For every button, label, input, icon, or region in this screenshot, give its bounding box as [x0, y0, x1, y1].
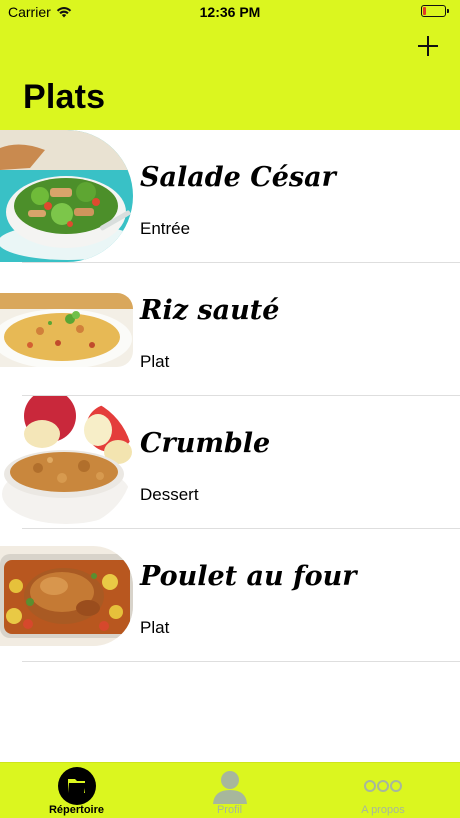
tab-repertoire[interactable]: Répertoire [0, 763, 153, 818]
status-time: 12:36 PM [199, 4, 261, 20]
navigation-header: Carrier 12:36 PM Plats [0, 0, 460, 130]
dish-photo-riz-saute [0, 293, 133, 367]
status-bar: Carrier 12:36 PM [0, 0, 460, 24]
page-title: Plats [23, 78, 106, 116]
dish-photo-poulet-au-four [0, 546, 133, 646]
dish-list: Salade César Entrée Riz sauté Plat Crumb… [0, 130, 460, 662]
tab-label: A propos [361, 804, 405, 816]
tab-a-propos[interactable]: A propos [306, 763, 460, 818]
tab-label: Répertoire [48, 804, 105, 816]
dish-name: Poulet au four [140, 561, 357, 592]
dish-category: Dessert [140, 485, 199, 504]
dish-category: Entrée [140, 219, 191, 238]
more-icon [364, 780, 402, 792]
add-dish-button[interactable] [416, 34, 440, 58]
dish-name: Salade César [140, 162, 336, 193]
dish-name: Crumble [140, 428, 271, 459]
dish-row-crumble[interactable]: Crumble Dessert [0, 396, 460, 529]
dish-row-poulet-au-four[interactable]: Poulet au four Plat [0, 529, 460, 662]
dish-photo-salade-cesar [0, 130, 133, 262]
dish-row-salade-cesar[interactable]: Salade César Entrée [0, 130, 460, 263]
tab-profil[interactable]: Profil [153, 763, 306, 818]
tab-label: Profil [216, 804, 243, 816]
battery-icon [421, 5, 449, 17]
dish-photo-crumble [0, 396, 133, 528]
tab-bar: Répertoire Profil A propos [0, 762, 460, 818]
person-icon [212, 771, 247, 804]
dish-category: Plat [140, 618, 170, 637]
battery-level-fill [423, 7, 426, 15]
dish-row-riz-saute[interactable]: Riz sauté Plat [0, 263, 460, 396]
dish-category: Plat [140, 352, 170, 371]
dish-name: Riz sauté [140, 295, 280, 326]
folder-icon [57, 767, 96, 805]
